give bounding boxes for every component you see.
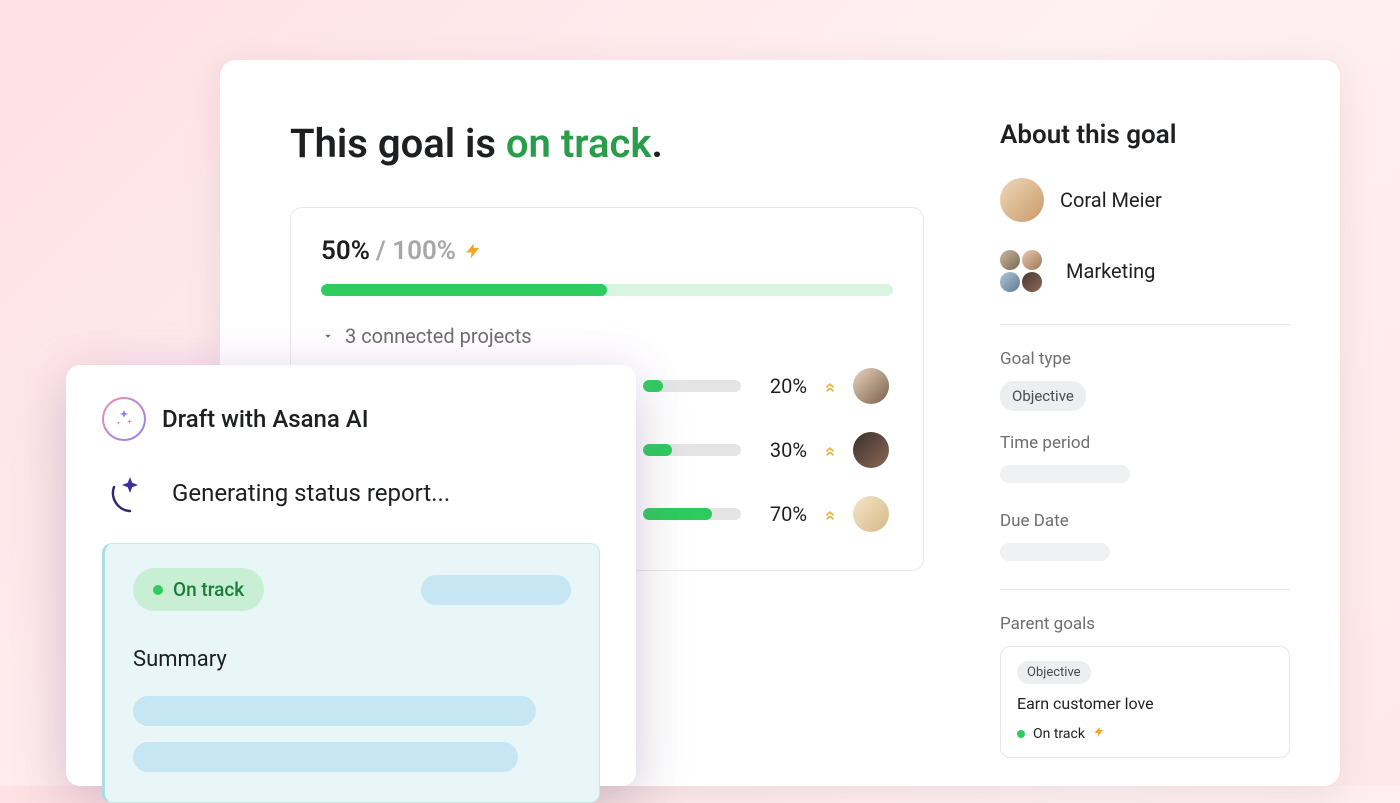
team-name: Marketing bbox=[1066, 259, 1155, 283]
parent-goal-status: On track bbox=[1017, 725, 1273, 743]
heading-suffix: . bbox=[651, 120, 662, 167]
heading-status-word: on track bbox=[506, 120, 652, 167]
project-percent: 20% bbox=[757, 374, 807, 398]
heading-prefix: This goal is bbox=[290, 120, 506, 167]
ai-sparkle-badge-icon bbox=[102, 397, 146, 441]
lightning-bolt-icon bbox=[1093, 725, 1105, 743]
mini-progress-bar bbox=[643, 380, 741, 392]
connected-projects-label: 3 connected projects bbox=[345, 324, 532, 348]
ai-draft-popup: Draft with Asana AI Generating status re… bbox=[66, 365, 636, 786]
progress-readout: 50% / 100% bbox=[321, 236, 893, 266]
ai-popup-header: Draft with Asana AI bbox=[102, 397, 600, 441]
parent-goal-pill: Objective bbox=[1017, 661, 1091, 684]
ai-generating-text: Generating status report... bbox=[172, 479, 450, 507]
progress-bar bbox=[321, 284, 893, 296]
about-sidebar: About this goal Coral Meier Marketing Go… bbox=[980, 120, 1290, 786]
parent-goal-card[interactable]: Objective Earn customer love On track bbox=[1000, 646, 1290, 758]
status-dot-icon bbox=[153, 585, 163, 595]
team-row[interactable]: Marketing bbox=[1000, 250, 1290, 292]
placeholder-pill bbox=[421, 575, 571, 605]
chevron-up-double-icon bbox=[823, 441, 837, 459]
ai-popup-title: Draft with Asana AI bbox=[162, 405, 369, 433]
avatar[interactable] bbox=[853, 432, 889, 468]
divider bbox=[1000, 324, 1290, 325]
lightning-bolt-icon bbox=[464, 240, 482, 262]
due-date-value-placeholder[interactable] bbox=[1000, 543, 1110, 561]
parent-goals-label: Parent goals bbox=[1000, 614, 1290, 634]
status-pill[interactable]: On track bbox=[133, 568, 264, 611]
progress-bar-fill bbox=[321, 284, 607, 296]
progress-current: 50% bbox=[321, 236, 370, 266]
mini-progress-bar bbox=[643, 444, 741, 456]
goal-status-heading: This goal is on track. bbox=[290, 120, 940, 167]
progress-total: / 100% bbox=[376, 236, 456, 266]
divider bbox=[1000, 589, 1290, 590]
ai-generating-row: Generating status report... bbox=[102, 471, 600, 515]
about-title: About this goal bbox=[1000, 120, 1290, 150]
ai-loading-sparkle-icon bbox=[108, 471, 152, 515]
parent-goal-status-text: On track bbox=[1033, 726, 1085, 742]
parent-goal-title: Earn customer love bbox=[1017, 694, 1273, 713]
avatar bbox=[1000, 178, 1044, 222]
time-period-value-placeholder[interactable] bbox=[1000, 465, 1130, 483]
mini-progress-bar bbox=[643, 508, 741, 520]
ai-status-row: On track bbox=[133, 568, 571, 611]
team-avatar-cluster bbox=[1000, 250, 1042, 292]
caret-down-icon bbox=[321, 329, 335, 343]
goal-type-label: Goal type bbox=[1000, 349, 1290, 369]
chevron-up-double-icon bbox=[823, 505, 837, 523]
connected-projects-toggle[interactable]: 3 connected projects bbox=[321, 324, 893, 348]
project-percent: 30% bbox=[757, 438, 807, 462]
summary-heading: Summary bbox=[133, 647, 571, 672]
avatar[interactable] bbox=[853, 496, 889, 532]
project-percent: 70% bbox=[757, 502, 807, 526]
avatar[interactable] bbox=[853, 368, 889, 404]
summary-placeholder-line bbox=[133, 696, 536, 726]
due-date-label: Due Date bbox=[1000, 511, 1290, 531]
status-dot-icon bbox=[1017, 730, 1025, 738]
summary-placeholder-line bbox=[133, 742, 518, 772]
ai-report-preview: On track Summary bbox=[102, 543, 600, 803]
status-pill-text: On track bbox=[173, 578, 244, 601]
time-period-label: Time period bbox=[1000, 433, 1290, 453]
chevron-up-double-icon bbox=[823, 377, 837, 395]
owner-row[interactable]: Coral Meier bbox=[1000, 178, 1290, 222]
owner-name: Coral Meier bbox=[1060, 188, 1162, 212]
goal-type-pill[interactable]: Objective bbox=[1000, 381, 1086, 411]
